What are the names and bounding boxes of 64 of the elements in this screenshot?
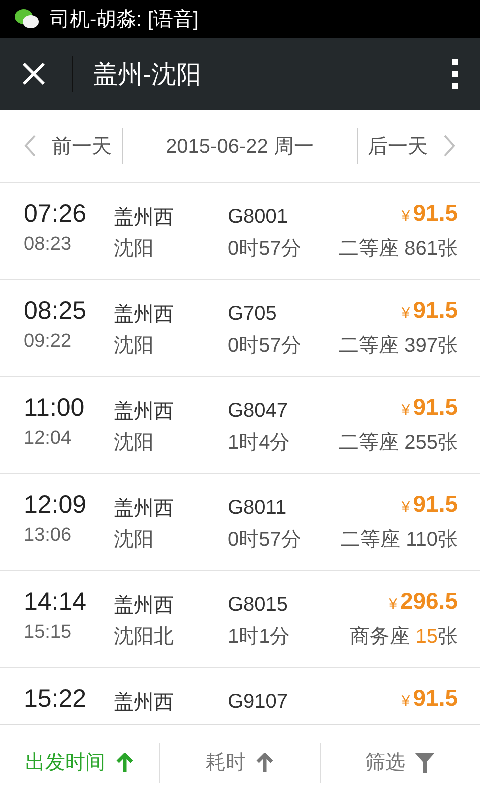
previous-day-button[interactable]: 前一天 bbox=[24, 132, 112, 160]
train-number: G9107 bbox=[228, 690, 290, 714]
arrow-up-icon bbox=[116, 752, 134, 772]
arrow-up-icon bbox=[256, 752, 274, 772]
trip-duration: 1时1分 bbox=[228, 624, 292, 650]
seat-availability: 商务座 15张 bbox=[350, 624, 458, 650]
notification-text: 司机-胡淼: [语音] bbox=[50, 8, 199, 32]
arrival-station: 沈阳 bbox=[114, 528, 155, 552]
departure-time: 14:14 bbox=[24, 588, 88, 618]
train-number: G705 bbox=[228, 302, 278, 326]
seat-availability: 二等座 861张 bbox=[339, 236, 458, 262]
departure-station: 盖州西 bbox=[114, 206, 175, 230]
seat-availability: 二等座 110张 bbox=[340, 528, 458, 552]
ticket-price: ¥91.5 bbox=[400, 200, 458, 228]
ticket-price: ¥91.5 bbox=[400, 297, 458, 325]
more-icon[interactable] bbox=[452, 59, 458, 89]
seat-availability: 二等座 255张 bbox=[339, 430, 458, 456]
next-day-button[interactable]: 后一天 bbox=[368, 132, 456, 160]
train-number: G8015 bbox=[228, 594, 290, 616]
ticket-price: ¥91.5 bbox=[400, 394, 458, 422]
train-number: G8047 bbox=[228, 400, 290, 422]
sort-tab[interactable]: 筛选 bbox=[320, 725, 480, 800]
header-title: 盖州-沈阳 bbox=[93, 60, 202, 90]
departure-station: 盖州西 bbox=[114, 302, 175, 328]
arrival-time: 13:06 bbox=[24, 525, 73, 548]
ticket-price: ¥296.5 bbox=[388, 588, 458, 616]
arrival-station: 沈阳 bbox=[114, 430, 155, 456]
trip-duration: 0时57分 bbox=[228, 334, 302, 358]
train-row[interactable]: 12:09 盖州西 G8011 ¥91.5 13:06 沈阳 0时57分 二等座 110张 bbox=[0, 474, 480, 571]
departure-station: 盖州西 bbox=[114, 496, 175, 522]
train-number: G8001 bbox=[228, 206, 290, 228]
departure-time: 12:09 bbox=[24, 491, 88, 521]
departure-station: 盖州西 bbox=[114, 690, 175, 716]
chevron-right-icon bbox=[444, 135, 456, 157]
train-row[interactable]: 07:26 盖州西 G8001 ¥91.5 08:23 沈阳 0时57分 二等座 861张 bbox=[0, 183, 480, 280]
train-row[interactable]: 08:25 盖州西 G705 ¥91.5 09:22 沈阳 0时57分 二等座 397张 bbox=[0, 280, 480, 377]
departure-time: 07:26 bbox=[24, 200, 88, 230]
arrival-time: 09:22 bbox=[24, 331, 73, 354]
departure-time: 15:22 bbox=[24, 685, 88, 715]
departure-station: 盖州西 bbox=[114, 594, 175, 618]
ticket-price: ¥91.5 bbox=[400, 491, 458, 519]
chevron-left-icon bbox=[24, 135, 36, 157]
ticket-price: ¥91.5 bbox=[402, 685, 458, 713]
departure-time: 08:25 bbox=[24, 297, 88, 327]
departure-station: 盖州西 bbox=[114, 400, 175, 424]
departure-time: 11:00 bbox=[24, 394, 86, 424]
filter-icon bbox=[415, 752, 436, 772]
chat-bubbles-icon bbox=[14, 8, 40, 30]
close-icon[interactable] bbox=[22, 62, 46, 86]
train-row[interactable]: 11:00 盖州西 G8047 ¥91.5 12:04 沈阳 1时4分 二等座 255张 bbox=[0, 377, 480, 474]
train-number: G8011 bbox=[228, 496, 288, 520]
arrival-time: 12:04 bbox=[24, 428, 73, 451]
arrival-station: 沈阳 bbox=[114, 334, 155, 358]
arrival-time: 08:23 bbox=[24, 234, 73, 257]
sort-tab[interactable]: 耗时 bbox=[160, 725, 320, 800]
arrival-time: 15:15 bbox=[24, 622, 73, 645]
arrival-station: 沈阳 bbox=[114, 236, 155, 262]
seat-availability: 二等座 397张 bbox=[339, 334, 458, 358]
trip-duration: 1时4分 bbox=[228, 430, 292, 456]
current-date: 2015-06-22 周一 bbox=[165, 134, 315, 160]
train-row[interactable]: 14:14 盖州西 G8015 ¥296.5 15:15 沈阳北 1时1分 商务座 15张 bbox=[0, 571, 480, 668]
trip-duration: 0时57分 bbox=[228, 236, 302, 262]
trip-duration: 0时57分 bbox=[228, 528, 302, 552]
arrival-station: 沈阳北 bbox=[114, 624, 175, 650]
